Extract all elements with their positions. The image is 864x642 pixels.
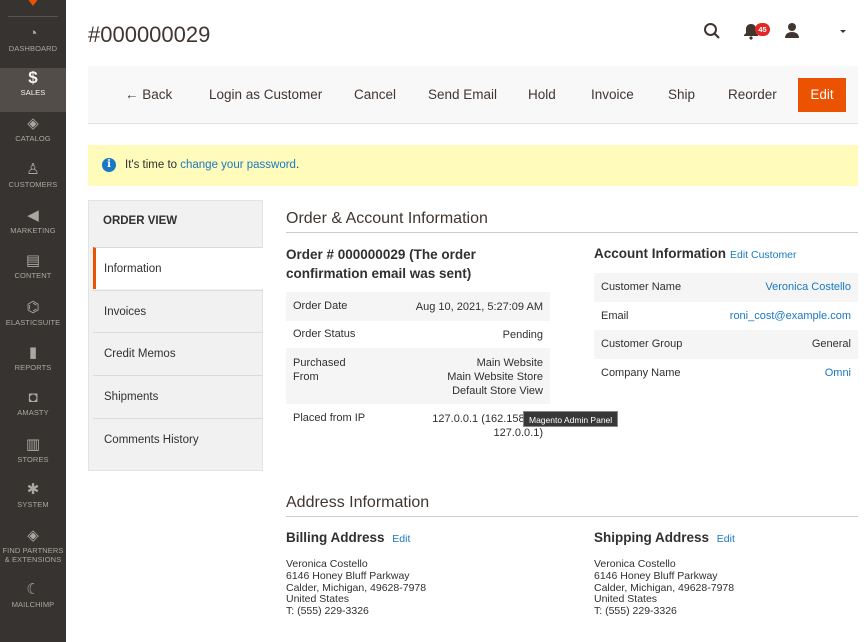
tab-credit-memos[interactable]: Credit Memos <box>93 332 263 374</box>
bar-chart-icon: ▮ <box>28 344 38 361</box>
invoice-button[interactable]: Invoice <box>591 66 634 124</box>
order-heading: Order # 000000029 (The order confirmatio… <box>286 247 476 281</box>
order-date-row: Order Date Aug 10, 2021, 5:27:09 AM <box>286 292 550 321</box>
customer-group-row: Customer Group General <box>594 330 858 359</box>
chevron-down-icon[interactable] <box>839 22 847 42</box>
store-icon: ▥ <box>25 436 41 453</box>
sidebar-item-marketing[interactable]: ◀ MARKETING <box>0 206 66 250</box>
login-as-customer-button[interactable]: Login as Customer <box>209 66 322 124</box>
order-date-value: Aug 10, 2021, 5:27:09 AM <box>415 301 543 313</box>
send-email-button[interactable]: Send Email <box>428 66 497 124</box>
shipping-address: Veronica Costello 6146 Honey Bluff Parkw… <box>594 558 735 618</box>
purchased-from-row: Purchased From Main Website Main Website … <box>286 348 550 404</box>
shipping-address-heading: Shipping Address Edit <box>594 530 735 545</box>
order-status-row: Order Status Pending <box>286 321 550 348</box>
order-status-label: Order Status <box>293 328 356 340</box>
customer-name-row: Customer Name Veronica Costello <box>594 273 858 302</box>
sidebar-item-catalog[interactable]: ◈ CATALOG <box>0 114 66 158</box>
ip-tooltip: Magento Admin Panel <box>523 411 619 427</box>
sidebar-item-customers[interactable]: ♙ CUSTOMERS <box>0 160 66 204</box>
dollar-icon: $ <box>28 68 38 87</box>
tab-invoices[interactable]: Invoices <box>93 290 263 332</box>
tab-shipments[interactable]: Shipments <box>93 375 263 417</box>
edit-button[interactable]: Edit <box>798 78 846 112</box>
mailchimp-icon: ☾ <box>26 581 40 598</box>
magento-logo[interactable] <box>18 0 48 6</box>
customer-group-label: Customer Group <box>601 338 683 350</box>
sidebar-item-system[interactable]: ✱ SYSTEM <box>0 480 66 524</box>
sidebar-item-content[interactable]: ▤ CONTENT <box>0 251 66 295</box>
back-button[interactable]: ← Back <box>125 66 172 124</box>
sidebar-item-find-partners[interactable]: ◈ FIND PARTNERS & EXTENSIONS <box>0 526 66 574</box>
placed-from-ip-row: Placed from IP 127.0.0.1 (162.158.91. 12… <box>286 404 550 444</box>
cancel-button[interactable]: Cancel <box>354 66 396 124</box>
elasticsuite-icon: ⌬ <box>26 299 40 316</box>
purchased-from-label: Purchased From <box>293 357 346 383</box>
gear-icon: ✱ <box>26 481 40 498</box>
dashboard-icon: ◔ <box>28 25 38 42</box>
sidebar-item-elasticsuite[interactable]: ⌬ ELASTICSUITE <box>0 298 66 342</box>
billing-address-heading: Billing Address Edit <box>286 530 411 545</box>
reorder-button[interactable]: Reorder <box>728 66 777 124</box>
placed-from-ip-label: Placed from IP <box>293 412 366 424</box>
address-section-title: Address Information <box>286 494 430 511</box>
amasty-icon: ◘ <box>28 389 38 406</box>
order-actions-toolbar: ← Back Login as Customer Cancel Send Ema… <box>88 66 858 124</box>
section-divider <box>286 232 858 233</box>
customer-group-value: General <box>811 338 851 350</box>
sidebar-item-dashboard[interactable]: ◔ DASHBOARD <box>0 24 66 68</box>
email-link[interactable]: roni_cost@example.com <box>730 302 851 331</box>
sidebar-item-stores[interactable]: ▥ STORES <box>0 435 66 479</box>
company-name-row: Company Name Omni <box>594 359 858 388</box>
layout-icon: ▤ <box>25 252 41 269</box>
admin-sidebar: ◔ DASHBOARD $ SALES ◈ CATALOG ♙ CUSTOMER… <box>0 0 66 642</box>
order-view-tabs: ORDER VIEW Information Invoices Credit M… <box>88 200 263 471</box>
ship-button[interactable]: Ship <box>668 66 695 124</box>
section-divider <box>286 516 858 517</box>
billing-edit-link[interactable]: Edit <box>392 533 410 545</box>
info-icon: i <box>102 158 116 172</box>
edit-customer-link[interactable]: Edit Customer <box>730 249 797 261</box>
page-title: #000000029 <box>88 22 211 47</box>
message-suffix: . <box>295 159 300 171</box>
user-icon[interactable] <box>784 22 800 42</box>
box-icon: ◈ <box>27 115 39 132</box>
extensions-icon: ◈ <box>27 527 39 544</box>
customer-name-link[interactable]: Veronica Costello <box>765 273 851 302</box>
account-info-heading: Account Information Edit Customer <box>594 246 797 261</box>
search-icon[interactable] <box>703 22 721 42</box>
tab-information[interactable]: Information <box>93 247 263 289</box>
order-account-section-title: Order & Account Information <box>286 210 488 227</box>
sidebar-item-mailchimp[interactable]: ☾ MAILCHIMP <box>0 580 66 624</box>
person-icon: ♙ <box>26 161 40 178</box>
sidebar-item-reports[interactable]: ▮ REPORTS <box>0 343 66 387</box>
shipping-edit-link[interactable]: Edit <box>717 533 735 545</box>
change-password-link[interactable]: change your password <box>180 159 296 171</box>
megaphone-icon: ◀ <box>27 207 39 224</box>
sidebar-divider <box>8 16 58 17</box>
company-name-label: Company Name <box>601 367 681 379</box>
sidebar-item-amasty[interactable]: ◘ AMASTY <box>0 388 66 432</box>
message-text: It's time to <box>125 159 181 171</box>
order-status-value: Pending <box>502 329 543 341</box>
order-date-label: Order Date <box>293 300 348 312</box>
email-label: Email <box>601 310 629 322</box>
email-row: Email roni_cost@example.com <box>594 302 858 331</box>
password-notice-message: i It's time to change your password. <box>88 145 858 186</box>
company-name-link[interactable]: Omni <box>825 359 851 388</box>
sidebar-item-sales[interactable]: $ SALES <box>0 68 66 112</box>
hold-button[interactable]: Hold <box>528 66 556 124</box>
customer-name-label: Customer Name <box>601 281 682 293</box>
purchased-from-value: Main Website Main Website Store Default … <box>447 357 543 397</box>
notification-count-badge[interactable]: 45 <box>755 23 770 36</box>
order-view-title: ORDER VIEW <box>103 215 178 227</box>
billing-address: Veronica Costello 6146 Honey Bluff Parkw… <box>286 558 427 618</box>
tab-comments-history[interactable]: Comments History <box>93 418 263 460</box>
